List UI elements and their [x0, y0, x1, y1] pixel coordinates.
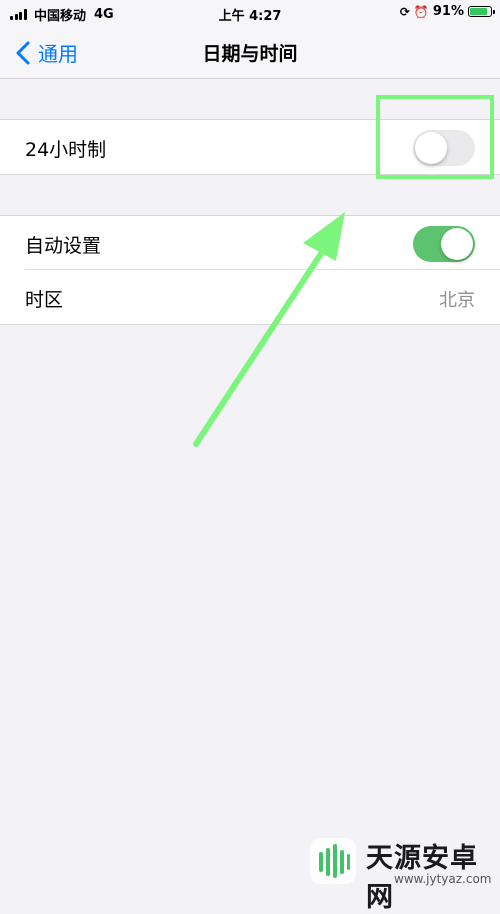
watermark: 天源安卓网 www.jytyaz.com [310, 828, 500, 913]
annotation-arrow [193, 212, 345, 447]
android-logo-icon [310, 838, 356, 884]
watermark-url: www.jytyaz.com [394, 872, 492, 886]
